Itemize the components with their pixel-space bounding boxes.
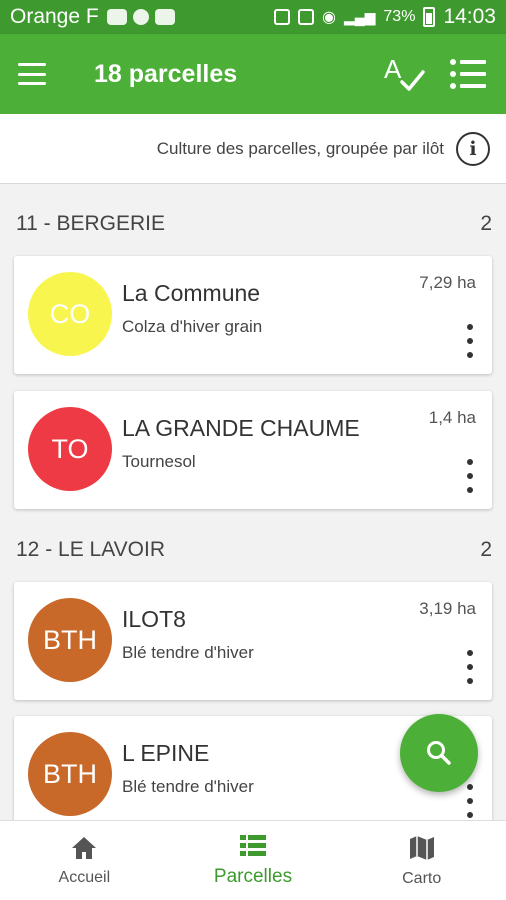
- parcel-name: ILOT8: [122, 606, 186, 632]
- subheader: Culture des parcelles, groupée par ilôt …: [0, 114, 506, 184]
- signal-icon: ▂▄▆: [343, 8, 376, 25]
- menu-icon[interactable]: [18, 63, 46, 85]
- parcel-card[interactable]: TO LA GRANDE CHAUME Tournesol 1,4 ha: [14, 391, 492, 509]
- list-icon: [240, 834, 266, 856]
- wifi-icon: ◉: [321, 9, 336, 26]
- status-bar: Orange F ◉ ▂▄▆ 73% 14:03: [0, 0, 506, 34]
- map-icon: [409, 835, 434, 860]
- more-options-icon[interactable]: [462, 650, 478, 684]
- chat-icon: [106, 9, 127, 25]
- more-options-icon[interactable]: [462, 324, 478, 358]
- nav-label: Parcelles: [213, 865, 293, 887]
- parcel-name: La Commune: [122, 280, 261, 306]
- vibrate-icon: [297, 9, 314, 25]
- battery-percent: 73%: [383, 8, 416, 25]
- parcel-name: L EPINE: [122, 740, 210, 766]
- clock: 14:03: [443, 5, 496, 28]
- parcel-card[interactable]: BTH ILOT8 Blé tendre d'hiver 3,19 ha: [14, 582, 492, 700]
- group-count: 2: [480, 538, 492, 561]
- parcel-crop: Colza d'hiver grain: [122, 317, 263, 336]
- parcel-area: 3,19 ha: [419, 599, 476, 618]
- message-icon: [132, 9, 149, 25]
- crop-avatar: TO: [28, 407, 112, 491]
- more-options-icon[interactable]: [462, 459, 478, 493]
- group-name: 11 - BERGERIE: [16, 212, 165, 235]
- group-header: 12 - LE LAVOIR 2: [0, 530, 506, 570]
- group-name: 12 - LE LAVOIR: [16, 538, 166, 561]
- parcel-name: LA GRANDE CHAUME: [122, 415, 360, 441]
- parcel-card[interactable]: CO La Commune Colza d'hiver grain 7,29 h…: [14, 256, 492, 374]
- grouping-description: Culture des parcelles, groupée par ilôt: [156, 138, 444, 158]
- parcel-area: 7,29 ha: [419, 273, 476, 292]
- nav-accueil[interactable]: Accueil: [0, 821, 169, 900]
- page-title: 18 parcelles: [94, 59, 238, 88]
- crop-avatar: BTH: [28, 598, 112, 682]
- nfc-icon: [273, 9, 290, 25]
- parcel-area: 1,4 ha: [428, 408, 476, 427]
- nav-label: Carto: [402, 869, 442, 887]
- app-bar: 18 parcelles A: [0, 34, 506, 114]
- nav-parcelles[interactable]: Parcelles: [169, 821, 338, 900]
- group-count: 2: [480, 212, 492, 235]
- carrier-name: Orange F: [10, 5, 99, 28]
- group-header: 11 - BERGERIE 2: [0, 204, 506, 244]
- system-status: ◉ ▂▄▆ 73% 14:03: [273, 5, 496, 29]
- battery-icon: [423, 7, 436, 27]
- nav-label: Accueil: [58, 868, 111, 886]
- parcel-crop: Blé tendre d'hiver: [122, 643, 254, 662]
- list-icon[interactable]: [448, 54, 488, 94]
- spellcheck-icon[interactable]: A: [382, 52, 426, 96]
- home-icon: [72, 836, 97, 859]
- nav-carto[interactable]: Carto: [337, 821, 506, 900]
- parcel-crop: Tournesol: [122, 452, 196, 471]
- more-options-icon[interactable]: [462, 784, 478, 818]
- info-icon[interactable]: i: [456, 131, 490, 166]
- bottom-navigation: Accueil Parcelles Carto: [0, 820, 506, 900]
- crop-avatar: CO: [28, 272, 112, 356]
- search-fab[interactable]: [400, 714, 478, 792]
- notification-icons: [106, 9, 175, 25]
- search-icon: [427, 741, 451, 765]
- crop-avatar: BTH: [28, 732, 112, 816]
- youtube-icon: [154, 9, 175, 25]
- parcel-crop: Blé tendre d'hiver: [122, 777, 254, 796]
- svg-text:A: A: [384, 54, 402, 84]
